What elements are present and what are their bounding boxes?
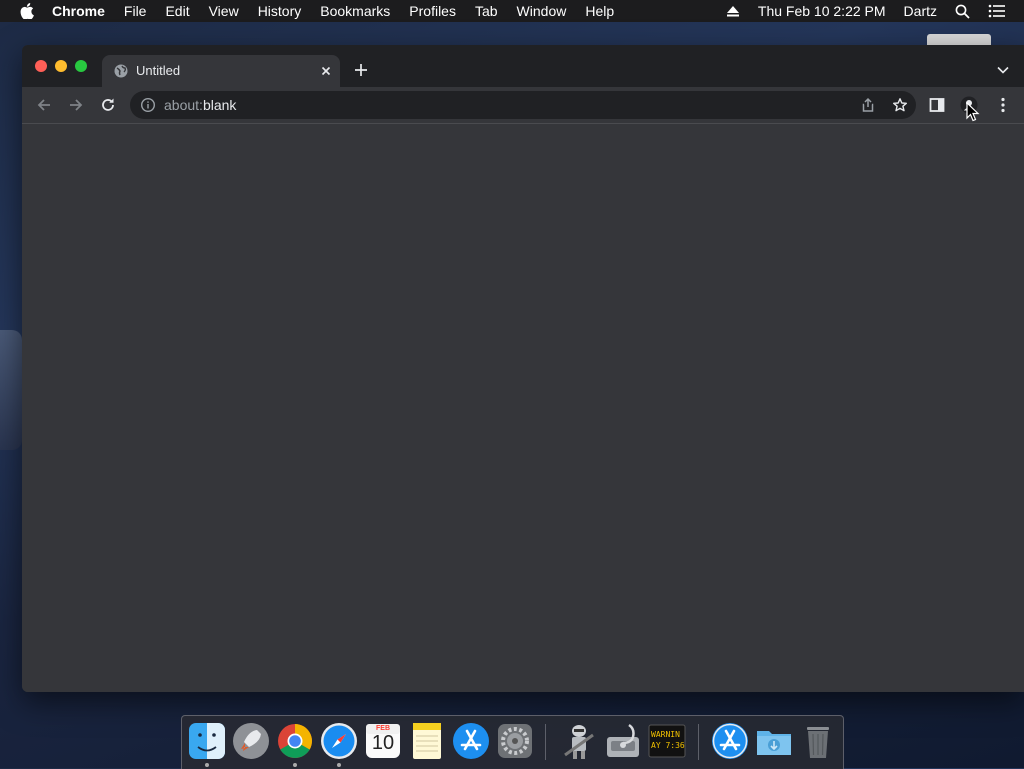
zoom-window-button[interactable] xyxy=(75,60,87,72)
dock-separator xyxy=(698,724,699,760)
calendar-day: 10 xyxy=(371,732,395,754)
browser-window: Untitled about:blank xyxy=(22,45,1024,692)
chrome-icon[interactable] xyxy=(275,721,315,761)
automator-robot-icon[interactable] xyxy=(559,721,599,761)
console-line-2: AY 7:36 xyxy=(651,741,685,750)
address-text[interactable]: about:blank xyxy=(164,97,236,113)
menu-profiles[interactable]: Profiles xyxy=(409,3,456,19)
minimize-window-button[interactable] xyxy=(55,60,67,72)
menu-view[interactable]: View xyxy=(209,3,239,19)
launchpad-rocket-icon[interactable] xyxy=(231,721,271,761)
menu-file[interactable]: File xyxy=(124,3,147,19)
system-preferences-gear-icon[interactable] xyxy=(495,721,535,761)
finder-running-indicator xyxy=(205,763,209,767)
tab-untitled[interactable]: Untitled xyxy=(102,55,340,87)
desktop-wallpaper xyxy=(0,330,22,450)
bookmark-star-icon[interactable] xyxy=(892,97,908,113)
safari-running-indicator xyxy=(337,763,341,767)
disk-utility-icon[interactable] xyxy=(603,721,643,761)
browser-toolbar: about:blank xyxy=(22,87,1024,124)
menu-edit[interactable]: Edit xyxy=(165,3,189,19)
menu-user[interactable]: Dartz xyxy=(904,3,937,19)
menu-help[interactable]: Help xyxy=(585,3,614,19)
notes-icon[interactable] xyxy=(407,721,447,761)
apple-menu-icon[interactable] xyxy=(16,0,38,22)
mouse-cursor-icon xyxy=(966,101,980,122)
downloads-folder-icon[interactable] xyxy=(754,721,794,761)
chrome-running-indicator xyxy=(293,763,297,767)
menu-clock[interactable]: Thu Feb 10 2:22 PM xyxy=(758,3,886,19)
back-arrow-icon[interactable] xyxy=(35,96,53,114)
site-info-icon[interactable] xyxy=(140,97,156,113)
share-icon[interactable] xyxy=(860,97,876,113)
spotlight-search-icon[interactable] xyxy=(955,4,970,19)
dock-separator xyxy=(545,724,546,760)
eject-icon[interactable] xyxy=(726,5,740,17)
close-window-button[interactable] xyxy=(35,60,47,72)
finder-icon[interactable] xyxy=(187,721,227,761)
menu-bookmarks[interactable]: Bookmarks xyxy=(320,3,390,19)
console-line-1: WARNIN xyxy=(651,730,680,739)
calendar-icon[interactable]: FEB 10 xyxy=(363,721,403,761)
menu-bar: Chrome File Edit View History Bookmarks … xyxy=(0,0,1024,22)
tab-title: Untitled xyxy=(136,63,181,78)
app-store-icon[interactable] xyxy=(451,721,491,761)
menu-window[interactable]: Window xyxy=(517,3,567,19)
dock: FEB 10 WARNIN AY 7:36 xyxy=(181,715,844,769)
console-icon[interactable]: WARNIN AY 7:36 xyxy=(647,721,687,761)
tab-search-chevron-icon[interactable] xyxy=(996,63,1010,77)
safari-compass-icon[interactable] xyxy=(319,721,359,761)
globe-icon xyxy=(113,63,129,79)
notification-center-icon[interactable] xyxy=(988,4,1006,18)
url-scheme: about: xyxy=(164,97,203,113)
applications-folder-icon[interactable] xyxy=(710,721,750,761)
tab-strip: Untitled xyxy=(22,45,1024,87)
reload-icon[interactable] xyxy=(99,96,117,114)
address-bar[interactable]: about:blank xyxy=(130,91,916,119)
close-tab-icon[interactable] xyxy=(318,63,334,79)
new-tab-button[interactable] xyxy=(352,61,370,79)
more-menu-icon[interactable] xyxy=(994,96,1012,114)
page-content[interactable] xyxy=(22,124,1024,692)
menu-app-name[interactable]: Chrome xyxy=(52,3,105,19)
menu-tab[interactable]: Tab xyxy=(475,3,498,19)
url-host: blank xyxy=(202,97,237,113)
trash-icon[interactable] xyxy=(798,721,838,761)
calendar-month: FEB xyxy=(376,725,390,732)
side-panel-icon[interactable] xyxy=(928,96,946,114)
forward-arrow-icon[interactable] xyxy=(67,96,85,114)
menu-history[interactable]: History xyxy=(258,3,302,19)
